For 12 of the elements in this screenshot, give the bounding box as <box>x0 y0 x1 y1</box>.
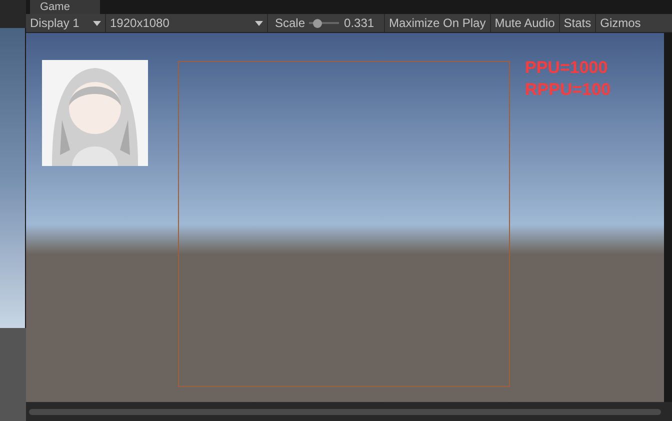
debug-text: PPU=1000 <box>525 57 609 79</box>
horizontal-scrollbar[interactable] <box>29 408 661 414</box>
resolution-dropdown[interactable]: 1920x1080 <box>106 14 268 32</box>
dropdown-caret-icon <box>93 20 101 26</box>
debug-text: RPPU=100 <box>525 79 611 101</box>
dropdown-caret-icon <box>255 20 263 26</box>
slider-thumb[interactable] <box>312 18 322 28</box>
game-tab[interactable]: Game <box>30 0 100 14</box>
display-dropdown[interactable]: Display 1 <box>26 14 106 32</box>
scale-value: 0.331 <box>344 15 376 32</box>
scale-slider[interactable] <box>309 18 340 28</box>
scale-label: Scale <box>275 15 306 32</box>
